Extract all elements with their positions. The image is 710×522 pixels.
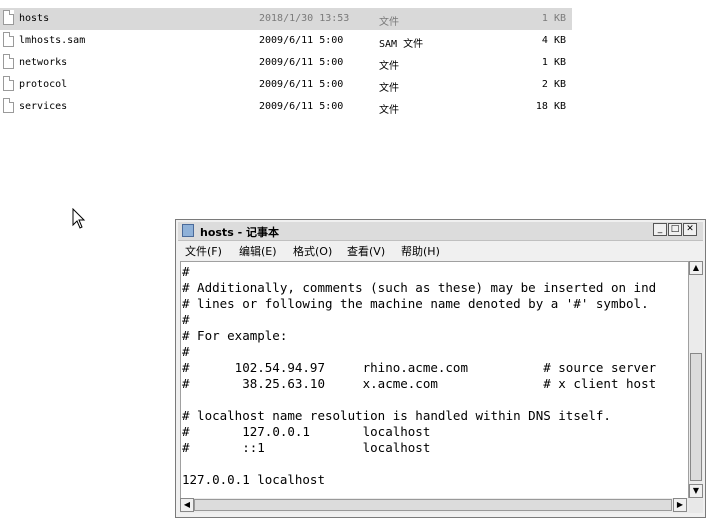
file-date: 2009/6/11 5:00 [259,35,344,46]
file-name: protocol [19,79,68,90]
scroll-up-arrow-icon[interactable]: ▲ [689,261,703,275]
editor-content[interactable]: # # Additionally, comments (such as thes… [181,262,688,488]
file-icon [3,10,14,25]
horizontal-scrollbar[interactable]: ◀ ▶ [180,498,703,513]
file-name: hosts [19,13,50,24]
scroll-right-arrow-icon[interactable]: ▶ [673,498,687,512]
window-title: hosts - 记事本 [200,226,279,239]
text-editor[interactable]: # # Additionally, comments (such as thes… [180,261,689,513]
file-size: 2 KB [541,79,566,90]
file-type: 文件 [379,61,399,72]
horizontal-scroll-thumb[interactable] [194,499,672,511]
notepad-window: hosts - 记事本 _ □ ✕ 文件(F) 编辑(E) 格式(O) 查看(V… [175,219,706,518]
file-row[interactable]: hosts 2018/1/30 13:53 文件 1 KB [0,8,572,30]
file-type: 文件 [379,83,399,94]
menu-bar: 文件(F) 编辑(E) 格式(O) 查看(V) 帮助(H) [178,241,703,260]
close-button[interactable]: ✕ [683,223,697,236]
file-row[interactable]: networks 2009/6/11 5:00 文件 1 KB [0,52,572,74]
scroll-down-arrow-icon[interactable]: ▼ [689,484,703,498]
maximize-button[interactable]: □ [668,223,682,236]
scroll-left-arrow-icon[interactable]: ◀ [180,498,194,512]
file-size: 1 KB [541,13,566,24]
title-bar[interactable]: hosts - 记事本 _ □ ✕ [178,222,703,241]
file-size: 4 KB [541,35,566,46]
notepad-icon [182,224,194,237]
menu-view[interactable]: 查看(V) [347,243,385,259]
file-type: 文件 [379,17,399,28]
mouse-cursor-icon [72,208,86,229]
file-icon [3,54,14,69]
menu-format[interactable]: 格式(O) [293,243,332,259]
file-icon [3,76,14,91]
menu-edit[interactable]: 编辑(E) [239,243,277,259]
file-date: 2009/6/11 5:00 [259,79,344,90]
file-name: networks [19,57,68,68]
file-date: 2009/6/11 5:00 [259,101,344,112]
vertical-scrollbar[interactable]: ▲ ▼ [689,261,703,498]
menu-help[interactable]: 帮助(H) [401,243,440,259]
file-row[interactable]: protocol 2009/6/11 5:00 文件 2 KB [0,74,572,96]
file-size: 18 KB [535,101,566,112]
file-name: lmhosts.sam [19,35,86,46]
file-type: 文件 [379,105,399,116]
file-type: SAM 文件 [379,39,424,50]
file-date: 2018/1/30 13:53 [259,13,350,24]
file-icon [3,98,14,113]
file-row[interactable]: services 2009/6/11 5:00 文件 18 KB [0,96,572,118]
file-list: hosts 2018/1/30 13:53 文件 1 KB lmhosts.sam 200… [0,8,572,118]
resize-grip[interactable] [689,499,703,513]
minimize-button[interactable]: _ [653,223,667,236]
file-name: services [19,101,68,112]
file-size: 1 KB [541,57,566,68]
menu-file[interactable]: 文件(F) [185,243,222,259]
file-date: 2009/6/11 5:00 [259,57,344,68]
file-icon [3,32,14,47]
vertical-scroll-thumb[interactable] [690,353,702,481]
file-row[interactable]: lmhosts.sam 2009/6/11 5:00 SAM 文件 4 KB [0,30,572,52]
